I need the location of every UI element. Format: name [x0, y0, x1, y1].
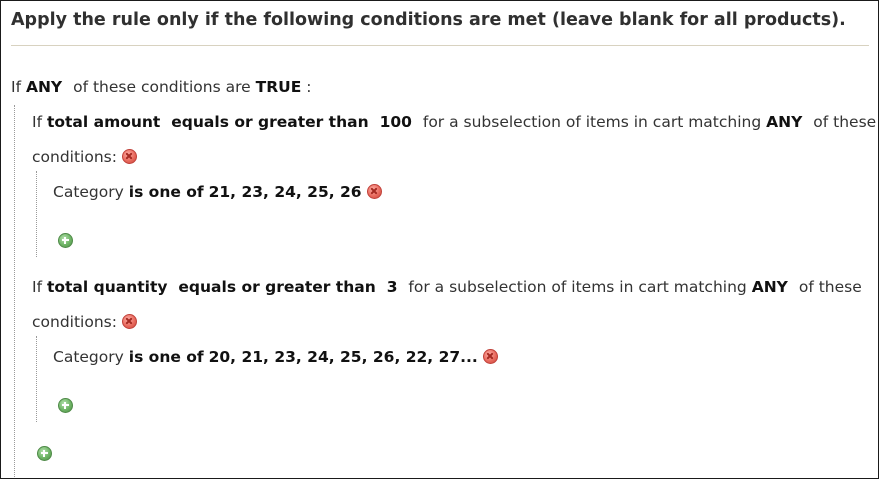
heading-divider [11, 45, 869, 46]
condition-1-suffix: of these [813, 113, 877, 131]
condition-2-children-guide [36, 336, 37, 422]
condition-1-sub-line: Category is one of 21, 23, 24, 25, 26 [53, 182, 382, 202]
root-value-select[interactable]: TRUE [256, 78, 302, 96]
condition-1-sub-operator-select[interactable]: is one of [129, 183, 204, 201]
remove-circle-icon[interactable] [482, 349, 498, 364]
condition-1-sub-value-input[interactable]: 21, 23, 24, 25, 26 [209, 183, 362, 201]
add-circle-icon[interactable] [37, 446, 52, 461]
condition-1-sub-attribute: Category [53, 183, 124, 201]
root-suffix: : [306, 78, 312, 96]
condition-2-attribute-select[interactable]: total quantity [47, 278, 168, 296]
remove-circle-icon[interactable] [121, 149, 137, 164]
condition-2-operator-select[interactable]: equals or greater than [178, 278, 375, 296]
add-circle-icon[interactable] [58, 398, 73, 413]
condition-2-sub-value-input[interactable]: 20, 21, 23, 24, 25, 26, 22, 27... [209, 348, 478, 366]
condition-1-line2: conditions: [32, 147, 137, 167]
condition-2-label: conditions: [32, 313, 117, 331]
condition-2-sub-line: Category is one of 20, 21, 23, 24, 25, 2… [53, 347, 498, 367]
root-prefix: If [11, 78, 22, 96]
root-middle-text: of these conditions are [73, 78, 251, 96]
condition-1-line: If total amount equals or greater than 1… [32, 112, 876, 132]
condition-1-aggregator-select[interactable]: ANY [766, 113, 802, 131]
condition-1-attribute-select[interactable]: total amount [47, 113, 160, 131]
condition-2-sub-operator-select[interactable]: is one of [129, 348, 204, 366]
remove-circle-icon[interactable] [366, 184, 382, 199]
add-circle-icon[interactable] [58, 233, 73, 248]
conditions-panel: Apply the rule only if the following con… [0, 0, 879, 479]
condition-1-operator-select[interactable]: equals or greater than [171, 113, 368, 131]
root-condition-line: If ANY of these conditions are TRUE : [11, 77, 311, 97]
condition-2-value-input[interactable]: 3 [387, 278, 398, 296]
condition-1-label: conditions: [32, 148, 117, 166]
condition-2-middle-text: for a subselection of items in cart matc… [408, 278, 747, 296]
root-children-guide [14, 105, 15, 477]
condition-2-suffix: of these [798, 278, 862, 296]
condition-2-line2: conditions: [32, 312, 137, 332]
condition-1-value-input[interactable]: 100 [380, 113, 412, 131]
condition-1-children-guide [36, 171, 37, 257]
condition-2-prefix: If [32, 278, 43, 296]
condition-2-sub-attribute: Category [53, 348, 124, 366]
remove-circle-icon[interactable] [121, 314, 137, 329]
condition-2-line: If total quantity equals or greater than… [32, 277, 862, 297]
root-aggregator-select[interactable]: ANY [26, 78, 62, 96]
condition-1-prefix: If [32, 113, 43, 131]
panel-heading: Apply the rule only if the following con… [11, 10, 846, 30]
condition-1-middle-text: for a subselection of items in cart matc… [422, 113, 762, 131]
condition-2-aggregator-select[interactable]: ANY [752, 278, 788, 296]
